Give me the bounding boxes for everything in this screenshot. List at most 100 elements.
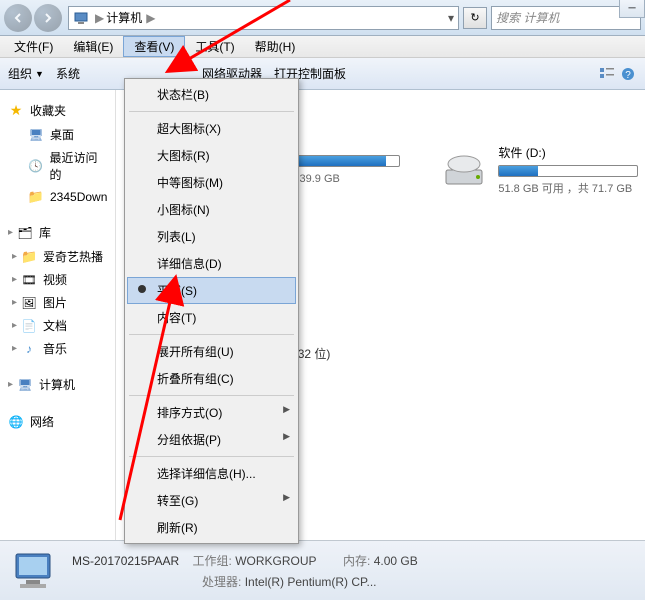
toolbar-organize[interactable]: 组织 ▼ <box>8 65 44 82</box>
sidebar-network-label: 网络 <box>30 413 54 430</box>
details-pane: MS-20170215PAAR 工作组: WORKGROUP 内存: 4.00 … <box>0 540 645 600</box>
menu-large-icons[interactable]: 大图标(R) <box>127 142 296 169</box>
svg-text:?: ? <box>625 70 631 81</box>
computer-icon <box>73 10 89 26</box>
menu-expand-all[interactable]: 展开所有组(U) <box>127 338 296 365</box>
libraries-icon: 🗂 <box>17 225 33 241</box>
arrow-left-icon <box>12 12 24 24</box>
menu-separator <box>129 395 294 396</box>
menu-status-bar[interactable]: 状态栏(B) <box>127 81 296 108</box>
drive-item[interactable]: 软件 (D:) 51.8 GB 可用 ，共 71.7 GB <box>436 140 645 200</box>
menu-goto[interactable]: 转至(G) <box>127 487 296 514</box>
view-dropdown-menu: 状态栏(B) 超大图标(X) 大图标(R) 中等图标(M) 小图标(N) 列表(… <box>124 78 299 544</box>
sidebar-item-iqiyi[interactable]: ▸ 📁 爱奇艺热播 <box>0 245 115 268</box>
address-bar[interactable]: ▶ 计算机 ▶ ▾ <box>68 6 459 30</box>
menu-content[interactable]: 内容(T) <box>127 304 296 331</box>
forward-button[interactable] <box>34 4 62 32</box>
menu-collapse-all[interactable]: 折叠所有组(C) <box>127 365 296 392</box>
sidebar-item-documents[interactable]: ▸ 📄 文档 <box>0 314 115 337</box>
expand-icon: ▸ <box>12 274 17 285</box>
breadcrumb-location[interactable]: 计算机 <box>106 9 142 26</box>
sidebar-computer-label: 计算机 <box>39 376 75 393</box>
menu-details[interactable]: 详细信息(D) <box>127 250 296 277</box>
menu-extra-large-icons[interactable]: 超大图标(X) <box>127 115 296 142</box>
sidebar: ★ 收藏夹 🖥 桌面 🕓 最近访问的 📁 2345Down ▸ 🗂 库 <box>0 90 116 540</box>
minimize-button[interactable]: ─ <box>619 0 645 18</box>
refresh-icon: ↻ <box>470 11 479 24</box>
menu-help[interactable]: 帮助(H) <box>245 36 306 57</box>
menu-small-icons[interactable]: 小图标(N) <box>127 196 296 223</box>
folder-icon: 📁 <box>28 189 44 205</box>
menu-edit[interactable]: 编辑(E) <box>63 36 123 57</box>
expand-icon: ▸ <box>12 251 17 262</box>
video-icon: 🎞 <box>21 272 37 288</box>
details-workgroup-label: 工作组: <box>193 554 232 568</box>
sidebar-item-label: 视频 <box>43 271 67 288</box>
sidebar-item-downloads[interactable]: 📁 2345Down <box>0 186 115 208</box>
star-icon: ★ <box>8 103 24 119</box>
details-processor-label: 处理器: <box>202 575 241 589</box>
back-button[interactable] <box>4 4 32 32</box>
details-processor: Intel(R) Pentium(R) CP... <box>245 575 377 589</box>
sidebar-item-recent[interactable]: 🕓 最近访问的 <box>0 146 115 186</box>
details-memory-label: 内存: <box>343 554 370 568</box>
menu-file[interactable]: 文件(F) <box>4 36 63 57</box>
navigation-bar: ▶ 计算机 ▶ ▾ ↻ 搜索 计算机 <box>0 0 645 36</box>
computer-icon: 🖥 <box>17 377 33 393</box>
recent-icon: 🕓 <box>28 158 43 174</box>
sidebar-libraries-label: 库 <box>39 224 51 241</box>
sidebar-item-videos[interactable]: ▸ 🎞 视频 <box>0 268 115 291</box>
toolbar-organize-label: 组织 <box>8 65 32 82</box>
details-memory: 4.00 GB <box>374 554 418 568</box>
drive-name: 软件 (D:) <box>498 144 645 161</box>
pictures-icon: 🖼 <box>21 295 37 311</box>
menu-separator <box>129 456 294 457</box>
help-icon[interactable]: ? <box>621 67 637 81</box>
menu-list[interactable]: 列表(L) <box>127 223 296 250</box>
address-dropdown-icon[interactable]: ▾ <box>448 11 454 25</box>
sidebar-network[interactable]: 🌐 网络 <box>0 409 115 434</box>
menu-bar: 文件(F) 编辑(E) 查看(V) 工具(T) 帮助(H) <box>0 36 645 58</box>
refresh-button[interactable]: ↻ <box>463 7 487 29</box>
drive-usage-bar <box>498 165 638 177</box>
breadcrumb-sep: ▶ <box>146 11 155 25</box>
main-area: ★ 收藏夹 🖥 桌面 🕓 最近访问的 📁 2345Down ▸ 🗂 库 <box>0 90 645 540</box>
menu-refresh[interactable]: 刷新(R) <box>127 514 296 541</box>
sidebar-item-pictures[interactable]: ▸ 🖼 图片 <box>0 291 115 314</box>
sidebar-computer[interactable]: ▸ 🖥 计算机 <box>0 372 115 397</box>
view-mode-icon[interactable] <box>599 67 615 81</box>
menu-tiles[interactable]: 平铺(S) <box>127 277 296 304</box>
documents-icon: 📄 <box>21 318 37 334</box>
computer-large-icon <box>10 548 60 594</box>
breadcrumb-sep: ▶ <box>95 11 104 25</box>
menu-view[interactable]: 查看(V) <box>123 36 185 57</box>
menu-group-by[interactable]: 分组依据(P) <box>127 426 296 453</box>
menu-medium-icons[interactable]: 中等图标(M) <box>127 169 296 196</box>
window-controls: ─ <box>619 0 645 18</box>
sidebar-favorites[interactable]: ★ 收藏夹 <box>0 98 115 123</box>
network-icon: 🌐 <box>8 414 24 430</box>
expand-icon: ▸ <box>12 320 17 331</box>
sidebar-libraries[interactable]: ▸ 🗂 库 <box>0 220 115 245</box>
music-icon: ♪ <box>21 341 37 357</box>
expand-icon: ▸ <box>12 297 17 308</box>
sidebar-item-label: 爱奇艺热播 <box>43 248 103 265</box>
menu-choose-details[interactable]: 选择详细信息(H)... <box>127 460 296 487</box>
drive-icon <box>440 150 488 190</box>
sidebar-item-label: 最近访问的 <box>49 149 107 183</box>
details-computer-name: MS-20170215PAAR <box>72 554 179 568</box>
search-placeholder: 搜索 计算机 <box>496 9 559 26</box>
drive-free-text: 51.8 GB 可用 ，共 71.7 GB <box>498 180 645 196</box>
radio-selected-icon <box>138 285 146 293</box>
toolbar: 组织 ▼ 系统 网络驱动器 打开控制面板 ? <box>0 58 645 90</box>
chevron-down-icon: ▼ <box>35 69 44 79</box>
sidebar-item-label: 2345Down <box>50 190 107 204</box>
expand-icon: ▸ <box>8 227 13 238</box>
arrow-right-icon <box>42 12 54 24</box>
sidebar-item-music[interactable]: ▸ ♪ 音乐 <box>0 337 115 360</box>
details-text: MS-20170215PAAR 工作组: WORKGROUP 内存: 4.00 … <box>72 552 418 590</box>
menu-sort-by[interactable]: 排序方式(O) <box>127 399 296 426</box>
toolbar-system[interactable]: 系统 <box>56 65 80 82</box>
sidebar-item-desktop[interactable]: 🖥 桌面 <box>0 123 115 146</box>
menu-tools[interactable]: 工具(T) <box>185 36 244 57</box>
